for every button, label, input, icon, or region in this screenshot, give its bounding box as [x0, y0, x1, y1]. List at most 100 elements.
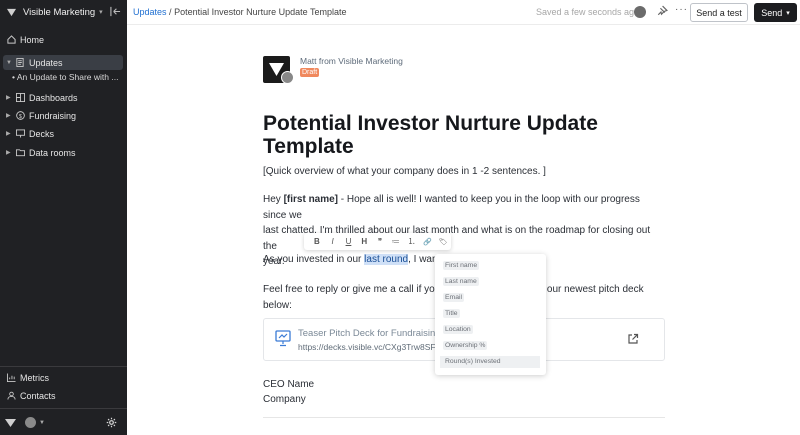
external-link-icon[interactable]	[627, 333, 639, 345]
sidebar-item-metrics[interactable]: Metrics	[3, 370, 123, 385]
document-icon	[15, 58, 25, 68]
caret-right-icon[interactable]: ▶	[6, 130, 14, 137]
status-badge: Draft	[300, 68, 320, 77]
page-title[interactable]: Potential Investor Nurture Update Templa…	[263, 112, 643, 158]
document-divider	[263, 417, 665, 418]
sidebar-item-label: Contacts	[20, 390, 56, 401]
folder-icon	[15, 148, 25, 158]
underline-icon[interactable]: U	[341, 237, 357, 246]
heading-icon[interactable]: H	[356, 237, 372, 246]
sidebar-item-home[interactable]: Home	[3, 32, 123, 47]
sidebar-item-label: Metrics	[20, 372, 49, 383]
sidebar-item-contacts[interactable]: Contacts	[3, 388, 123, 403]
save-status: Saved a few seconds ago	[536, 7, 640, 17]
sidebar-item-label: Fundraising	[29, 110, 77, 121]
more-options-icon[interactable]: ···	[675, 4, 688, 15]
caret-down-icon[interactable]: ▼	[6, 60, 14, 66]
merge-tag-option[interactable]: Ownership %	[440, 340, 540, 352]
text-run: below:	[263, 299, 292, 311]
round-paragraph[interactable]: As you invested in our last round, I wan…	[263, 252, 446, 268]
merge-tag-label: Email	[443, 293, 464, 302]
sidebar-item-fundraising[interactable]: ▶ $ Fundraising	[3, 108, 123, 123]
top-bar: Updates / Potential Investor Nurture Upd…	[127, 0, 800, 25]
caret-right-icon[interactable]: ▶	[6, 112, 14, 119]
presentation-icon	[15, 129, 25, 139]
first-name-merge-tag: [first name]	[283, 194, 339, 205]
signature-name[interactable]: CEO Name	[263, 377, 314, 393]
sidebar-item-label: Dashboards	[29, 92, 78, 103]
sidebar-item-data-rooms[interactable]: ▶ Data rooms	[3, 145, 123, 160]
sidebar-item-label: Home	[20, 34, 45, 45]
link-card-title: Teaser Pitch Deck for Fundraising	[298, 328, 441, 339]
bullet-list-icon[interactable]: ≔	[388, 237, 404, 246]
contacts-icon	[6, 391, 16, 401]
merge-tag-label: Last name	[443, 277, 479, 286]
text-run: Feel free to reply or give me a call if …	[263, 284, 449, 295]
sidebar-item-label: Decks	[29, 128, 55, 139]
collapse-sidebar-icon[interactable]	[110, 6, 121, 17]
collaborator-avatar[interactable]	[634, 6, 646, 18]
sidebar-divider	[0, 408, 127, 409]
merge-tag-option[interactable]: Last name	[440, 276, 540, 288]
visible-logo-icon	[7, 8, 16, 16]
dollar-icon: $	[15, 111, 25, 121]
merge-tag-option[interactable]: Email	[440, 292, 540, 304]
dashboard-icon	[15, 93, 25, 103]
sidebar-divider	[0, 366, 127, 367]
chevron-down-icon: ▾	[786, 9, 790, 17]
org-switcher[interactable]: Visible Marketing ▾	[0, 0, 127, 24]
merge-tag-label: Round(s) Invested	[443, 357, 503, 366]
sidebar-item-label: Data rooms	[29, 147, 76, 158]
quote-icon[interactable]: ❞	[372, 237, 388, 246]
sidebar-item-label: Updates	[29, 57, 63, 68]
sidebar-item-updates[interactable]: ▼ Updates	[3, 55, 123, 70]
tag-icon[interactable]: 🏷	[435, 238, 451, 246]
sidebar-subitem-label: An Update to Share with ...	[16, 72, 119, 82]
org-name: Visible Marketing	[23, 6, 96, 18]
signature-company[interactable]: Company	[263, 392, 306, 408]
svg-text:$: $	[18, 114, 21, 120]
visible-logo-icon	[5, 418, 16, 427]
sidebar: Visible Marketing ▾ Home ▼ Updates • An …	[0, 0, 127, 435]
home-icon	[6, 35, 16, 45]
overview-paragraph[interactable]: [Quick overview of what your company doe…	[263, 164, 546, 180]
bold-icon[interactable]: B	[309, 237, 325, 246]
breadcrumb: Updates / Potential Investor Nurture Upd…	[133, 7, 347, 17]
breadcrumb-current: Potential Investor Nurture Update Templa…	[174, 7, 347, 17]
merge-tag-option[interactable]: Round(s) Invested	[440, 356, 540, 368]
caret-right-icon[interactable]: ▶	[6, 94, 14, 101]
chart-icon	[6, 373, 16, 383]
merge-tag-label: Location	[443, 325, 473, 334]
merge-tag-option[interactable]: Title	[440, 308, 540, 320]
breadcrumb-updates-link[interactable]: Updates	[133, 7, 167, 17]
merge-tag-option[interactable]: First name	[440, 260, 540, 272]
merge-tag-label: First name	[443, 261, 480, 270]
presentation-icon	[275, 330, 291, 347]
author-avatar	[281, 71, 294, 84]
chevron-down-icon[interactable]: ▼	[39, 420, 45, 426]
merge-tag-label: Ownership %	[443, 341, 488, 350]
breadcrumb-separator: /	[169, 7, 172, 17]
chevron-down-icon: ▾	[99, 9, 103, 16]
user-avatar[interactable]	[25, 417, 36, 428]
link-icon[interactable]: 🔗	[419, 238, 435, 246]
gear-icon[interactable]	[106, 417, 117, 428]
sidebar-subitem-update[interactable]: • An Update to Share with ...	[12, 72, 118, 82]
author-name: Matt from Visible Marketing	[300, 56, 403, 66]
pin-icon[interactable]	[655, 5, 668, 18]
merge-tag-option[interactable]: Location	[440, 324, 540, 336]
numbered-list-icon[interactable]: ⒈	[404, 236, 420, 247]
caret-right-icon[interactable]: ▶	[6, 149, 14, 156]
send-test-button[interactable]: Send a test	[690, 3, 748, 22]
sidebar-item-dashboards[interactable]: ▶ Dashboards	[3, 90, 123, 105]
send-button-label: Send	[761, 7, 783, 18]
send-button[interactable]: Send ▾	[754, 3, 797, 22]
merge-tag-label: Title	[443, 309, 460, 318]
format-toolbar: B I U H ❞ ≔ ⒈ 🔗 🏷	[304, 233, 451, 250]
selected-text: last round	[364, 254, 409, 265]
text-run: As you invested in our	[263, 254, 365, 265]
italic-icon[interactable]: I	[325, 237, 341, 246]
sidebar-item-decks[interactable]: ▶ Decks	[3, 126, 123, 141]
merge-tag-dropdown: First name Last name Email Title Locatio…	[435, 254, 546, 375]
sidebar-footer: ▼	[0, 410, 127, 435]
